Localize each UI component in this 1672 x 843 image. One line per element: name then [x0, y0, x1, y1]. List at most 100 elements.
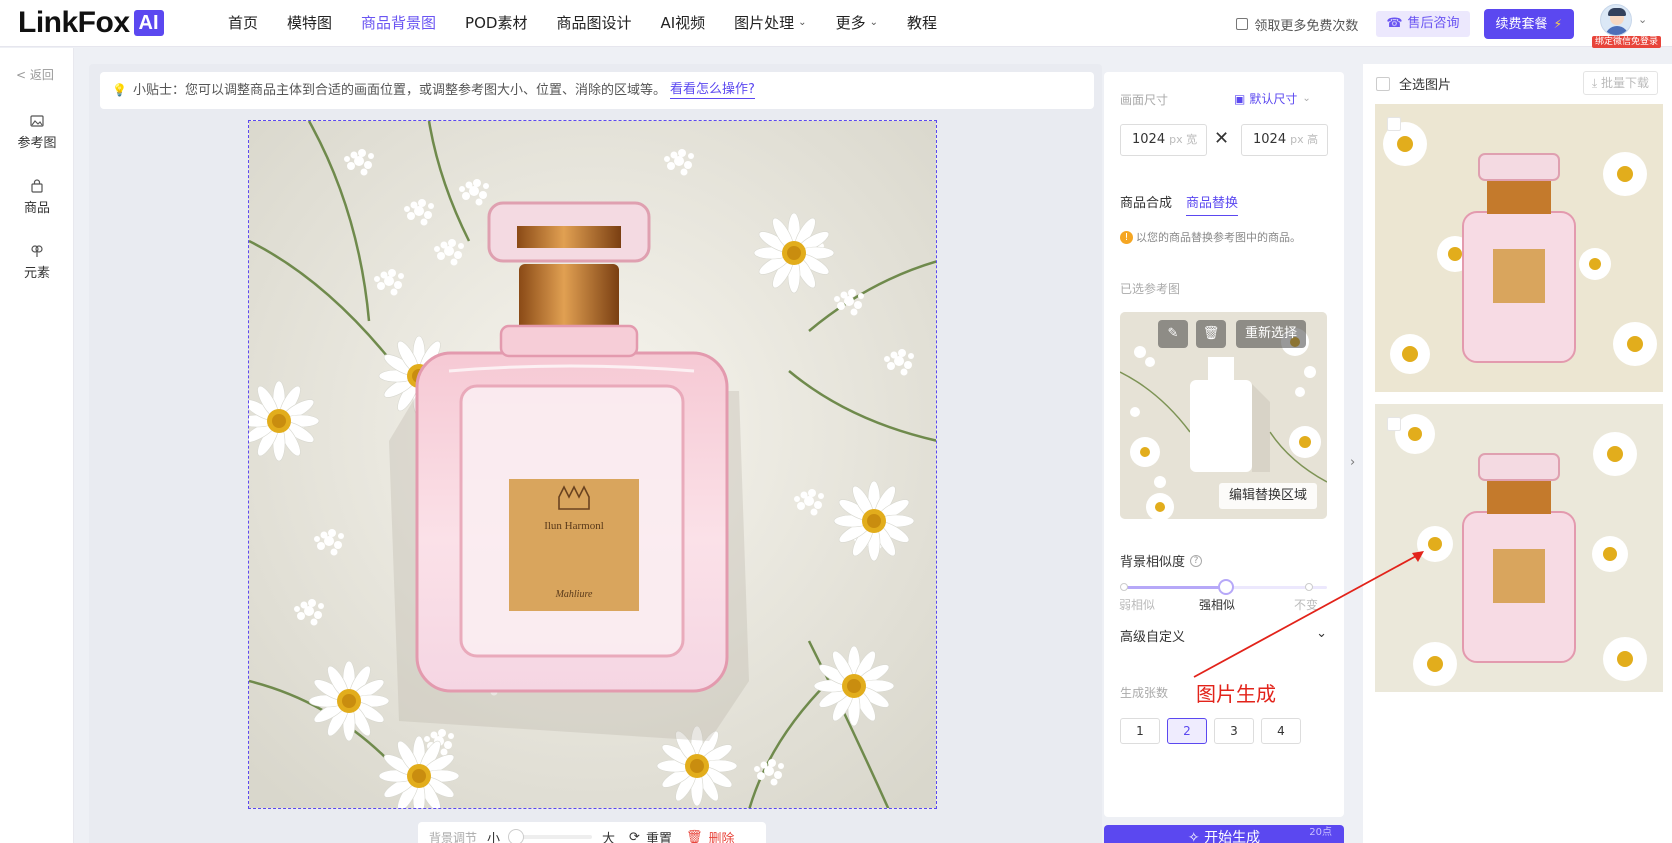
reselect-button[interactable]: 重新选择	[1236, 320, 1306, 348]
how-to-link[interactable]: 看看怎么操作?	[669, 82, 755, 99]
delete-label: 删除	[708, 831, 735, 843]
height-input[interactable]: 1024 px 高	[1241, 124, 1328, 156]
free-quota-link[interactable]: 领取更多免费次数	[1236, 15, 1358, 34]
count-option-2[interactable]: 2	[1167, 718, 1207, 744]
chevron-right-icon[interactable]: ›	[1350, 455, 1355, 470]
chevron-down-icon: ⌄	[798, 17, 807, 28]
nav-label: POD素材	[465, 14, 528, 32]
count-option-4[interactable]: 4	[1261, 718, 1301, 744]
nav-label: 更多	[835, 14, 866, 32]
back-label: 返回	[29, 68, 54, 82]
size-preset-label: 默认尺寸	[1249, 92, 1298, 106]
edit-brush-button[interactable]: ✎	[1158, 320, 1188, 348]
refresh-icon: ⟳	[629, 829, 640, 843]
tool-label: 元素	[23, 266, 50, 281]
nav-label: 图片处理	[734, 14, 795, 32]
result-checkbox[interactable]	[1387, 417, 1401, 431]
width-input[interactable]: 1024 px 宽	[1120, 124, 1207, 156]
user-menu[interactable]: ⌄ 绑定微信免登录	[1592, 4, 1672, 48]
top-navigation-bar: LinkFox AI 首页 模特图 商品背景图 POD素材 商品图设计 AI视频…	[0, 0, 1672, 48]
result-image-1[interactable]	[1375, 104, 1663, 392]
advanced-label: 高级自定义	[1120, 630, 1186, 645]
checkbox[interactable]	[1376, 76, 1390, 91]
nav-item-product-background[interactable]: 商品背景图	[361, 12, 436, 34]
tool-reference-image[interactable]: 参考图	[0, 114, 74, 151]
nav-item-model[interactable]: 模特图	[287, 12, 332, 34]
download-icon: ⤓	[1591, 76, 1601, 90]
nav-label: AI视频	[660, 14, 706, 32]
editing-canvas[interactable]: Ilun Harmonl Mahliure	[248, 120, 937, 809]
points-cost: 20点	[1309, 827, 1332, 838]
nav-item-ai-video[interactable]: AI视频	[660, 12, 705, 34]
nav-item-home[interactable]: 首页	[228, 12, 258, 34]
size-preset-dropdown[interactable]: ▣ 默认尺寸 ⌄	[1234, 90, 1311, 107]
small-label: 小	[487, 831, 501, 843]
annotation-label: 图片生成	[1196, 682, 1276, 706]
large-label: 大	[602, 831, 616, 843]
count-option-3[interactable]: 3	[1214, 718, 1254, 744]
after-sales-consult-button[interactable]: ☎ 售后咨询	[1376, 11, 1470, 37]
grid-icon	[1236, 18, 1249, 30]
tool-label: 商品	[23, 201, 50, 216]
slider-knob[interactable]	[508, 829, 525, 843]
bg-adjust-label: 背景调节	[429, 830, 478, 843]
tip-bar: 💡 小贴士：您可以调整商品主体到合适的画面位置，或调整参考图大小、位置、消除的区…	[100, 72, 1094, 109]
renew-plan-button[interactable]: 续费套餐 ⚡	[1483, 9, 1574, 39]
tab-product-compose[interactable]: 商品合成	[1120, 192, 1172, 216]
generate-count-label: 生成张数	[1120, 686, 1169, 700]
bg-scale-slider[interactable]	[508, 829, 593, 843]
tool-element[interactable]: 元素	[0, 244, 74, 281]
tool-product[interactable]: 商品	[0, 179, 74, 216]
width-unit: px 宽	[1169, 133, 1198, 146]
resize-icon: ▣	[1234, 91, 1246, 106]
results-panel: 全选图片 ⤓ 批量下载	[1363, 64, 1672, 843]
generated-perfume-image	[1375, 104, 1663, 392]
trash-icon: 🗑	[685, 829, 703, 843]
delete-button[interactable]: 🗑 删除	[686, 828, 735, 843]
nav-label: 商品图设计	[556, 14, 632, 32]
header-actions: 领取更多免费次数 ☎ 售后咨询 续费套餐 ⚡ ⌄ 绑定微信免登录	[1236, 4, 1672, 48]
result-checkbox[interactable]	[1387, 117, 1401, 131]
background-adjust-toolbar: 背景调节 小 大 ⟳ 重置 🗑 删除	[418, 822, 766, 843]
tab-product-replace[interactable]: 商品替换	[1186, 192, 1239, 216]
replace-hint: ! 以您的商品替换参考图中的商品。	[1120, 229, 1301, 245]
avatar[interactable]	[1600, 4, 1632, 36]
similarity-label-text: 背景相似度	[1120, 555, 1186, 570]
select-all-checkbox[interactable]: 全选图片	[1376, 74, 1451, 93]
chevron-down-icon: ⌄	[1638, 13, 1648, 26]
info-icon: !	[1120, 230, 1133, 244]
width-value: 1024	[1132, 132, 1166, 147]
nav-item-pod[interactable]: POD素材	[465, 12, 527, 34]
perfume-scene-image: Ilun Harmonl Mahliure	[249, 121, 936, 808]
perfume-label-text: Ilun Harmonl	[544, 520, 604, 532]
bind-wechat-badge[interactable]: 绑定微信免登录	[1592, 36, 1662, 48]
chevron-down-icon: ⌄	[1302, 93, 1311, 104]
selected-ref-label: 已选参考图	[1120, 282, 1181, 296]
batch-download-label: 批量下载	[1600, 76, 1649, 90]
start-generate-button[interactable]: ✧ 开始生成 20点	[1104, 825, 1344, 843]
height-value: 1024	[1253, 132, 1287, 147]
nav-item-more[interactable]: 更多 ⌄	[836, 12, 878, 34]
logo-text: LinkFox	[18, 6, 130, 39]
reference-image-preview[interactable]: ✎ 🗑 重新选择 编辑替换区域	[1120, 312, 1327, 519]
flower-icon	[31, 245, 43, 257]
app-logo[interactable]: LinkFox AI	[18, 6, 164, 40]
renew-label: 续费套餐	[1495, 17, 1548, 32]
nav-label: 教程	[906, 14, 937, 32]
lightning-icon: ⚡	[1553, 17, 1562, 31]
delete-ref-button[interactable]: 🗑	[1196, 320, 1226, 348]
nav-item-tutorial[interactable]: 教程	[907, 12, 937, 34]
nav-item-product-design[interactable]: 商品图设计	[556, 12, 631, 34]
chevron-down-icon: ⌄	[869, 17, 878, 28]
reset-button[interactable]: ⟳ 重置	[629, 828, 672, 843]
back-button[interactable]: < 返回	[16, 66, 54, 83]
batch-download-button[interactable]: ⤓ 批量下载	[1582, 71, 1658, 95]
edit-replace-region-button[interactable]: 编辑替换区域	[1218, 483, 1317, 509]
nav-item-image-processing[interactable]: 图片处理 ⌄	[734, 12, 806, 34]
count-option-1[interactable]: 1	[1120, 718, 1160, 744]
bag-icon	[31, 179, 43, 193]
similarity-stop-weak[interactable]	[1120, 583, 1128, 591]
similarity-tick-weak: 弱相似	[1119, 598, 1156, 612]
hint-text: 以您的商品替换参考图中的商品。	[1136, 231, 1301, 244]
nav-label: 首页	[228, 14, 259, 32]
